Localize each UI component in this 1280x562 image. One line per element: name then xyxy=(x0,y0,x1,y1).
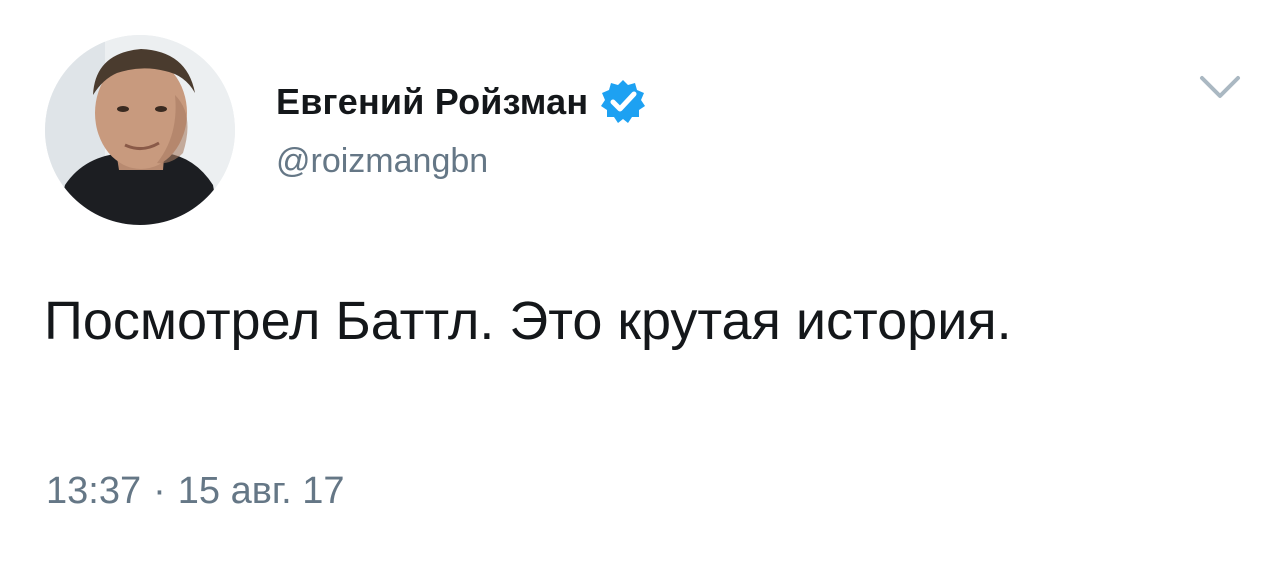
user-handle[interactable]: @roizmangbn xyxy=(276,142,648,181)
separator: · xyxy=(153,470,166,512)
avatar[interactable] xyxy=(45,35,235,225)
author-block[interactable]: Евгений Ройзман @roizmangbn xyxy=(276,78,648,181)
tweet-text: Посмотрел Баттл. Это крутая история. xyxy=(44,291,1012,351)
user-photo-icon xyxy=(45,35,235,225)
tweet-timestamp[interactable]: 13:37 · 15 авг. 17 xyxy=(46,470,345,513)
display-name[interactable]: Евгений Ройзман xyxy=(276,81,588,123)
tweet-time: 13:37 xyxy=(46,470,142,512)
tweet-card: Евгений Ройзман @roizmangbn Посмотрел Ба… xyxy=(0,0,1280,562)
chevron-down-icon[interactable] xyxy=(1198,72,1242,102)
name-row: Евгений Ройзман xyxy=(276,78,648,126)
verified-badge-icon xyxy=(598,77,648,127)
tweet-date: 15 авг. 17 xyxy=(177,470,345,512)
